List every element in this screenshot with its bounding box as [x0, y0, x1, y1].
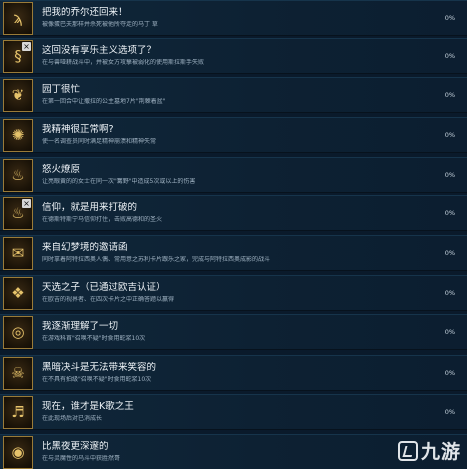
eye-icon: ◉ — [3, 436, 33, 469]
unlock-percentage: 0% — [444, 369, 455, 377]
flame-icon: ♨ — [3, 159, 33, 192]
unlock-percentage: 0% — [444, 289, 455, 297]
achievement-title: 园丁很忙 — [42, 84, 81, 95]
skull-icon: ☠ — [3, 357, 33, 390]
microphone-icon: ♬ — [3, 396, 33, 429]
locked-x-icon: × — [22, 42, 31, 51]
achievement-title: 我精神很正常啊? — [42, 124, 114, 135]
achievement-title: 我逐渐理解了一切 — [42, 321, 119, 332]
achievement-description: 在与灵魔性的乌斗中获胜然哥 — [42, 455, 121, 462]
unlock-percentage: 0% — [444, 209, 455, 217]
achievement-row[interactable]: ♨ 怒火燎原让亮眼黄的的女士在同一次"篝野"中造成5次或以上的伤害 0% — [0, 157, 467, 193]
achievement-description: 在德斯特斯宁马信仰打住，击败高德和的圣火 — [42, 216, 163, 223]
plant-icon: ❦ — [3, 79, 33, 112]
achievement-description: 使一名调查员同时满足精神崩溃和精神失常 — [42, 138, 157, 145]
achievement-description: 在游戏科首"召唤不疑"时食用蛇浆10次 — [42, 335, 146, 342]
broken-flame-icon: ♨ × — [3, 197, 33, 230]
achievement-description: 被像蛋巴夫那样并杀死被他所夺走的马丁 草 — [42, 21, 158, 28]
achievement-row[interactable]: ◎ 我逐渐理解了一切在游戏科首"召唤不疑"时食用蛇浆10次 0% — [0, 314, 467, 350]
achievement-description: 让亮眼黄的的女士在同一次"篝野"中造成5次或以上的伤害 — [42, 178, 196, 185]
achievement-title: 比黑夜更深邃的 — [42, 441, 109, 452]
watermark-text: 九游 — [420, 441, 461, 463]
unlock-percentage: 0% — [444, 14, 455, 22]
feather-icon: ϡ — [3, 2, 33, 35]
achievement-row[interactable]: ◉ 比黑夜更深邃的 在与灵魔性的乌斗中获胜然哥 0% — [0, 434, 467, 469]
achievement-row[interactable]: ✺ 我精神很正常啊? 使一名调查员同时满足精神崩溃和精神失常 0% — [0, 117, 467, 153]
achievement-row[interactable]: ☠ 黑暗决斗是无法带来笑容的在不具有拍级"召唤不疑"时食用蛇浆10次 0% — [0, 355, 467, 391]
achievement-description: 在不具有拍级"召唤不疑"时食用蛇浆10次 — [42, 376, 152, 383]
unlock-percentage: 0% — [444, 131, 455, 139]
achievement-row[interactable]: ♨ × 信仰，就是用来打破的在德斯特斯宁马信仰打住，击败高德和的圣火 0% — [0, 195, 467, 231]
achievement-title: 现在，谁才是K歌之王 — [42, 401, 134, 412]
invitation-icon: ✉ — [3, 237, 33, 270]
achievement-row[interactable]: ♬ 现在，谁才是K歌之王在此现场后对已消成长 0% — [0, 394, 467, 430]
achievement-description: 在与兽哑耕战斗中，并被女方攻撃被弱化的使用斯拉斯手失败 — [42, 59, 205, 66]
achievement-row[interactable]: ❦ 园丁很忙在第一回合中让撒拉的公主墓地7片"荆棘着盆" 0% — [0, 77, 467, 113]
achievement-title: 信仰，就是用来打破的 — [42, 202, 138, 213]
achievement-row[interactable]: ϡ 把我的乔尔还回来！ 被像蛋巴夫那样并杀死被他所夺走的马丁 草 0% — [0, 0, 467, 36]
achievement-title: 黑暗决斗是无法带来笑容的 — [42, 362, 157, 373]
serpent-icon: § × — [3, 40, 33, 73]
achievement-title: 天选之子（已通过欧吉认证） — [42, 282, 166, 293]
jiuyou-logo-icon — [397, 440, 418, 461]
achievement-description: 在此现场后对已消成长 — [42, 415, 103, 422]
achievement-description: 同时拿着阿特拉西奥人偶、常用意之苏利卡片跟乐之家，完成与阿特拉西奥成影的战斗 — [42, 256, 271, 263]
achievement-title: 把我的乔尔还回来！ — [42, 7, 128, 18]
locked-x-icon: × — [22, 199, 31, 208]
achievement-description: 在第一回合中让撒拉的公主墓地7片"荆棘着盆" — [42, 98, 166, 105]
achievement-row[interactable]: ✉ 来自幻梦境的邀请函同时拿着阿特拉西奥人偶、常用意之苏利卡片跟乐之家，完成与阿特… — [0, 235, 467, 271]
brain-icon: ✺ — [3, 119, 33, 152]
unlock-percentage: 0% — [444, 408, 455, 416]
achievement-row[interactable]: ❖ 天选之子（已通过欧吉认证） 在欧吉的视界者、在四次卡片之中正确答题以赢得 0% — [0, 275, 467, 311]
unlock-percentage: 0% — [444, 91, 455, 99]
eye-ring-icon: ◎ — [3, 316, 33, 349]
unlock-percentage: 0% — [444, 52, 455, 60]
cat-icon: ❖ — [3, 277, 33, 310]
watermark: 九游 — [397, 437, 461, 464]
achievement-title: 来自幻梦境的邀请函 — [42, 242, 128, 253]
achievement-title: 这回没有享乐主义选项了？ — [42, 45, 157, 56]
achievement-list: ϡ 把我的乔尔还回来！ 被像蛋巴夫那样并杀死被他所夺走的马丁 草 0% § × 这回没有享乐… — [0, 0, 467, 469]
achievement-row[interactable]: § × 这回没有享乐主义选项了？ 在与兽哑耕战斗中，并被女方攻撃被弱化的使用斯拉斯手失… — [0, 38, 467, 74]
achievement-description: 在欧吉的视界者、在四次卡片之中正确答题以赢得 — [42, 296, 175, 303]
achievement-title: 怒火燎原 — [42, 164, 81, 175]
unlock-percentage: 0% — [444, 171, 455, 179]
unlock-percentage: 0% — [444, 328, 455, 336]
unlock-percentage: 0% — [444, 249, 455, 257]
